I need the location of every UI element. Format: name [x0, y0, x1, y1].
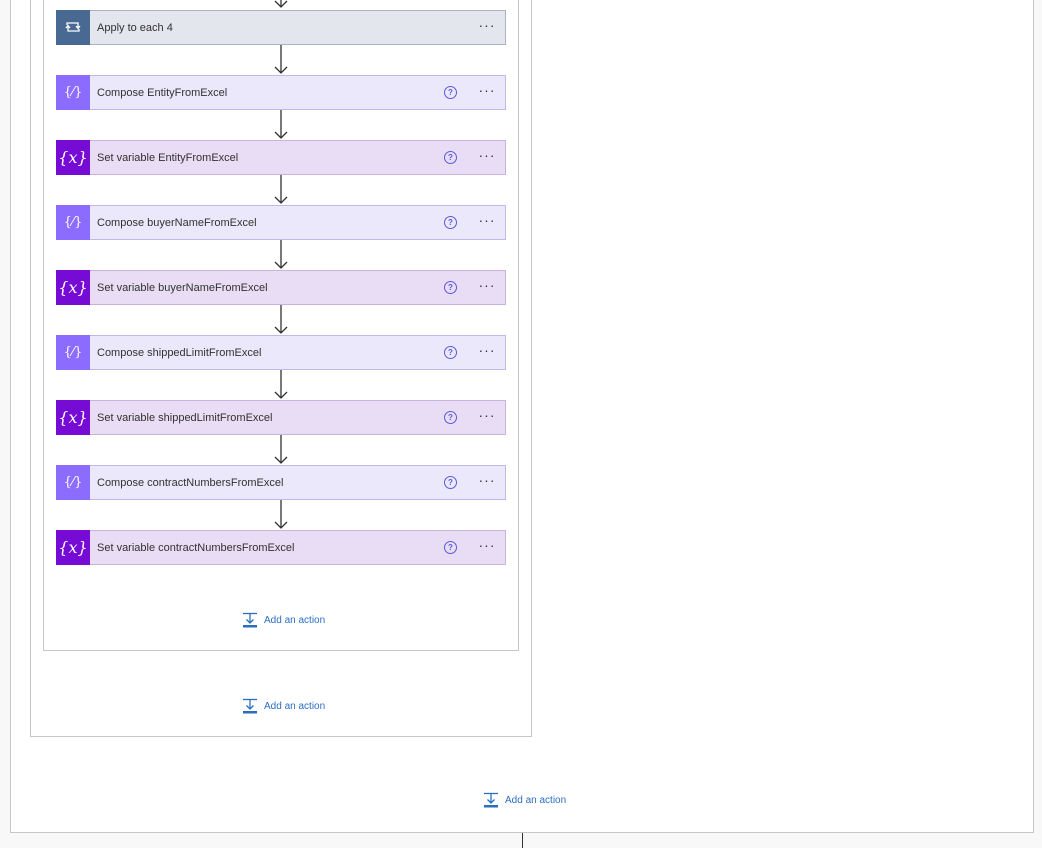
help-icon[interactable]: ?	[444, 216, 457, 229]
connector-arrow-icon	[274, 435, 288, 464]
help-icon[interactable]: ?	[444, 541, 457, 554]
variable-icon: {x}	[56, 269, 90, 305]
variable-icon: {x}	[56, 139, 90, 175]
add-action-inner-button[interactable]: Add an action	[242, 612, 325, 628]
more-options-icon[interactable]: ···	[477, 343, 497, 360]
compose-icon: {⁄}	[56, 334, 90, 370]
add-action-icon	[484, 792, 498, 808]
add-action-label: Add an action	[264, 700, 326, 712]
connector-arrow-icon	[274, 45, 288, 74]
loop-icon	[56, 9, 90, 45]
more-options-icon[interactable]: ···	[477, 213, 497, 230]
action-card-setvar[interactable]: {x} Set variable contractNumbersFromExcel…	[56, 529, 506, 565]
action-card-compose[interactable]: {⁄} Compose EntityFromExcel? ···	[56, 74, 506, 110]
help-icon[interactable]: ?	[444, 86, 457, 99]
help-icon[interactable]: ?	[444, 151, 457, 164]
compose-icon: {⁄}	[56, 464, 90, 500]
connector-arrow-icon	[274, 110, 288, 139]
action-title: Compose contractNumbersFromExcel	[97, 476, 284, 489]
action-card-setvar[interactable]: {x} Set variable buyerNameFromExcel? ···	[56, 269, 506, 305]
more-options-icon[interactable]: ···	[477, 538, 497, 555]
action-card-compose[interactable]: {⁄} Compose shippedLimitFromExcel? ···	[56, 334, 506, 370]
connector-arrow-icon	[274, 175, 288, 204]
action-title: Set variable contractNumbersFromExcel	[97, 541, 295, 554]
add-action-icon	[243, 612, 257, 628]
connector-arrow-icon	[274, 500, 288, 529]
add-action-label: Add an action	[505, 794, 567, 806]
connector-arrow-icon	[274, 0, 288, 8]
more-options-icon[interactable]: ···	[477, 83, 497, 100]
action-card-compose[interactable]: {⁄} Compose buyerNameFromExcel? ···	[56, 204, 506, 240]
help-icon[interactable]: ?	[444, 476, 457, 489]
action-title: Compose buyerNameFromExcel	[97, 216, 257, 229]
more-options-icon[interactable]: ···	[477, 18, 497, 35]
help-icon[interactable]: ?	[444, 346, 457, 359]
add-action-outer-button[interactable]: Add an action	[483, 792, 566, 808]
add-action-middle-button[interactable]: Add an action	[242, 698, 325, 714]
add-action-icon	[243, 698, 257, 714]
connector-arrow-icon	[274, 240, 288, 269]
variable-icon: {x}	[56, 399, 90, 435]
action-card-compose[interactable]: {⁄} Compose contractNumbersFromExcel? ···	[56, 464, 506, 500]
action-title: Set variable buyerNameFromExcel	[97, 281, 268, 294]
action-card-setvar[interactable]: {x} Set variable shippedLimitFromExcel? ··…	[56, 399, 506, 435]
connector-arrow-icon	[274, 305, 288, 334]
variable-icon: {x}	[56, 529, 90, 565]
action-card-setvar[interactable]: {x} Set variable EntityFromExcel? ···	[56, 139, 506, 175]
action-title: Set variable EntityFromExcel	[97, 151, 239, 164]
action-title: Set variable shippedLimitFromExcel	[97, 411, 273, 424]
connector-arrow-icon	[274, 370, 288, 399]
help-icon[interactable]: ?	[444, 281, 457, 294]
action-title: Compose EntityFromExcel	[97, 86, 228, 99]
compose-icon: {⁄}	[56, 74, 90, 110]
help-icon[interactable]: ?	[444, 411, 457, 424]
connector-line	[522, 833, 523, 848]
compose-icon: {⁄}	[56, 204, 90, 240]
more-options-icon[interactable]: ···	[477, 278, 497, 295]
action-title: Compose shippedLimitFromExcel	[97, 346, 262, 359]
more-options-icon[interactable]: ···	[477, 148, 497, 165]
more-options-icon[interactable]: ···	[477, 473, 497, 490]
more-options-icon[interactable]: ···	[477, 408, 497, 425]
add-action-label: Add an action	[264, 614, 326, 626]
action-title: Apply to each 4	[97, 21, 173, 34]
action-card-loop[interactable]: Apply to each 4 ···	[56, 9, 506, 45]
